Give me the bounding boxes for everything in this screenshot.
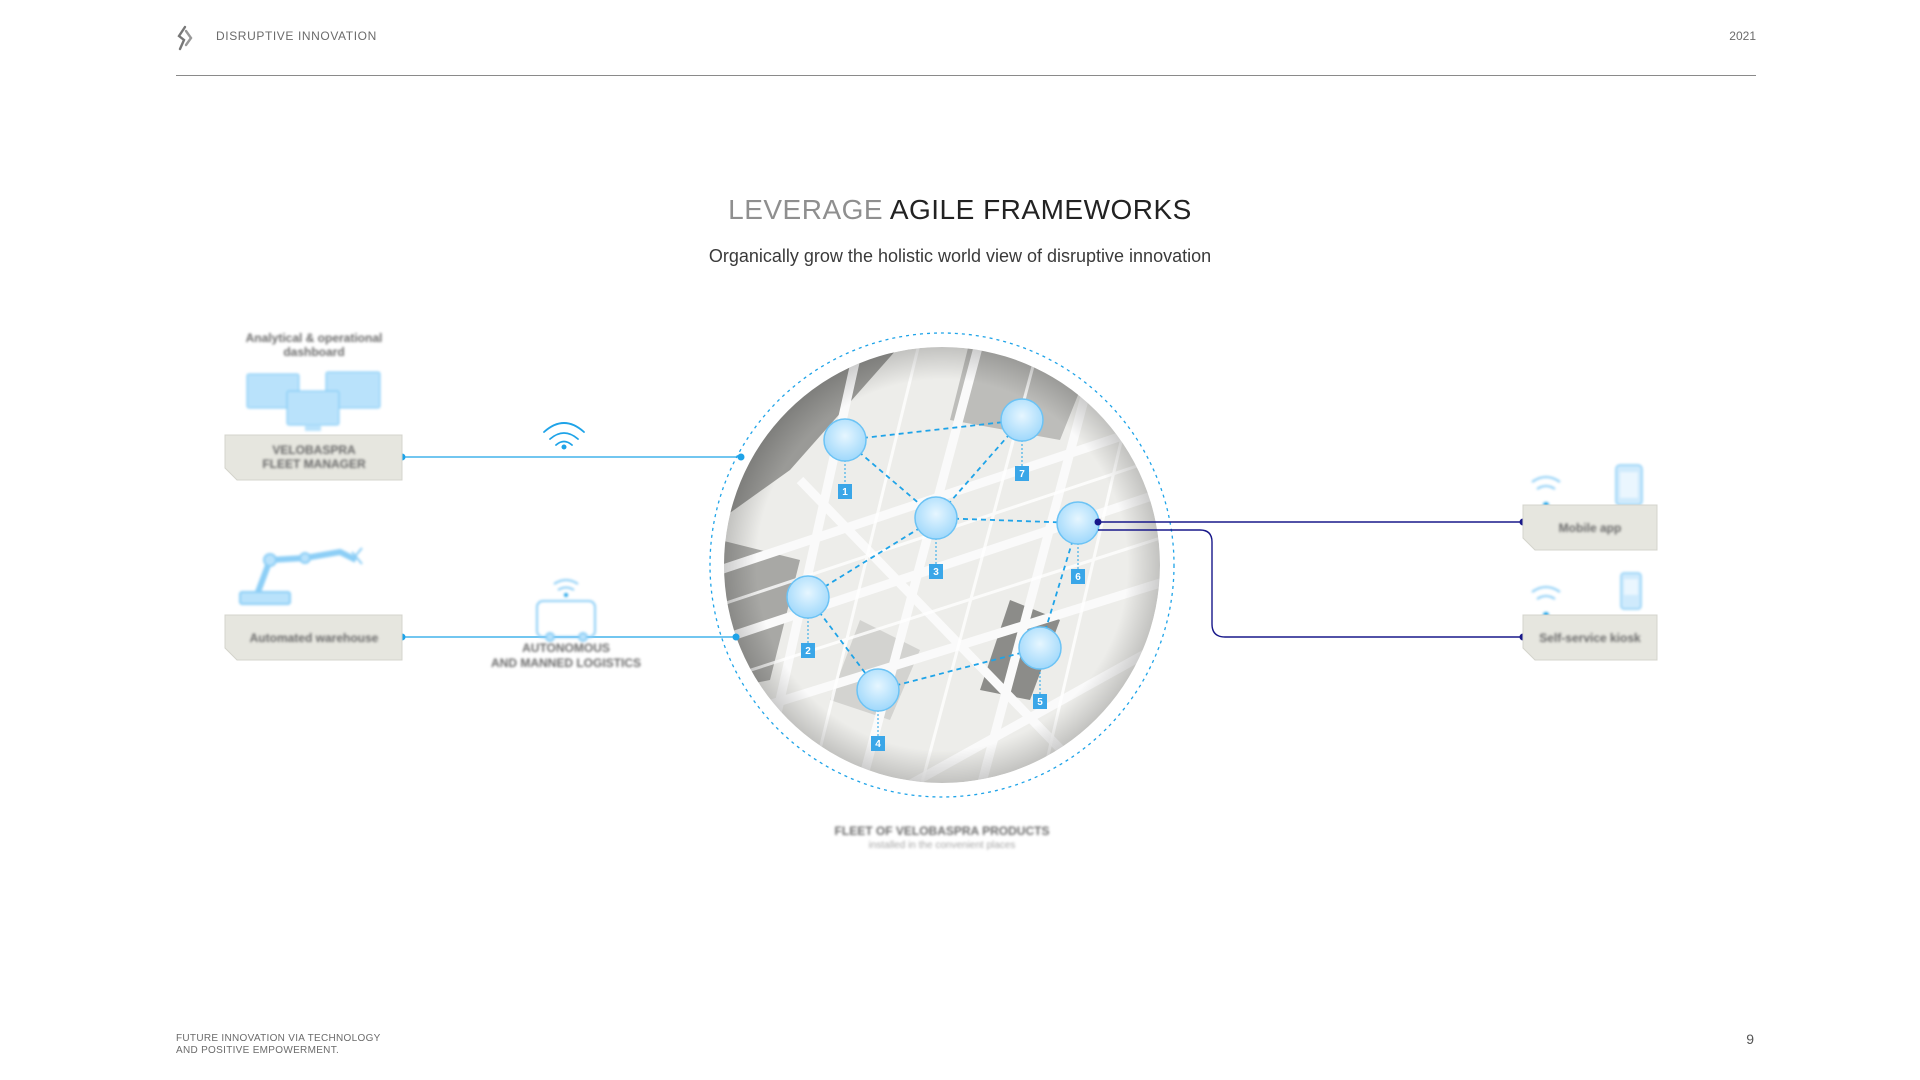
left-connectors	[398, 453, 745, 641]
autonomous-caption: AUTONOMOUS AND MANNED LOGISTICS	[491, 641, 641, 670]
svg-text:FLEET OF VELOBASPRA PRODUCTS: FLEET OF VELOBASPRA PRODUCTS	[835, 824, 1050, 838]
svg-text:FLEET MANAGER: FLEET MANAGER	[262, 457, 366, 471]
svg-text:VELOBASPRA: VELOBASPRA	[272, 443, 356, 457]
svg-text:installed in the convenient pl: installed in the convenient places	[869, 840, 1016, 851]
node-number: 3	[933, 567, 939, 578]
node-number: 1	[842, 487, 848, 498]
fleet-manager-label: VELOBASPRA FLEET MANAGER	[224, 434, 403, 481]
mobile-device-icon	[1531, 464, 1643, 508]
footer-tagline: FUTURE INNOVATION VIA TECHNOLOGY AND POS…	[176, 1033, 381, 1057]
node-number: 2	[805, 646, 811, 657]
dashboard-monitors-icon	[246, 371, 381, 431]
node-number: 7	[1019, 469, 1025, 480]
node-number: 5	[1037, 697, 1043, 708]
kiosk-label: Self-service kiosk	[1522, 614, 1658, 661]
svg-text:Self-service kiosk: Self-service kiosk	[1539, 631, 1641, 645]
dashboard-caption: Analytical & operational dashboard	[246, 331, 383, 359]
wifi-icon	[543, 422, 585, 450]
delivery-robot-icon	[536, 579, 596, 642]
robot-arm-icon	[239, 547, 363, 605]
node-number: 6	[1075, 572, 1081, 583]
node-number: 4	[875, 739, 881, 750]
warehouse-label: Automated warehouse	[224, 614, 403, 661]
mobile-app-label: Mobile app	[1522, 504, 1658, 551]
fleet-caption: FLEET OF VELOBASPRA PRODUCTS installed i…	[835, 824, 1050, 851]
svg-text:Automated warehouse: Automated warehouse	[250, 631, 379, 645]
fleet-diagram: 1 7 3 6 2 5 4 Analytical & operational d…	[224, 331, 1658, 851]
footer-line-1: FUTURE INNOVATION VIA TECHNOLOGY	[176, 1033, 381, 1044]
svg-text:dashboard: dashboard	[283, 345, 344, 359]
svg-text:AUTONOMOUS: AUTONOMOUS	[522, 641, 610, 655]
kiosk-device-icon	[1531, 572, 1642, 618]
svg-text:Mobile app: Mobile app	[1559, 521, 1622, 535]
svg-text:Analytical & operational: Analytical & operational	[246, 331, 383, 345]
page-number: 9	[1746, 1031, 1754, 1047]
svg-text:AND MANNED LOGISTICS: AND MANNED LOGISTICS	[491, 656, 641, 670]
footer-line-2: AND POSITIVE EMPOWERMENT.	[176, 1045, 340, 1056]
